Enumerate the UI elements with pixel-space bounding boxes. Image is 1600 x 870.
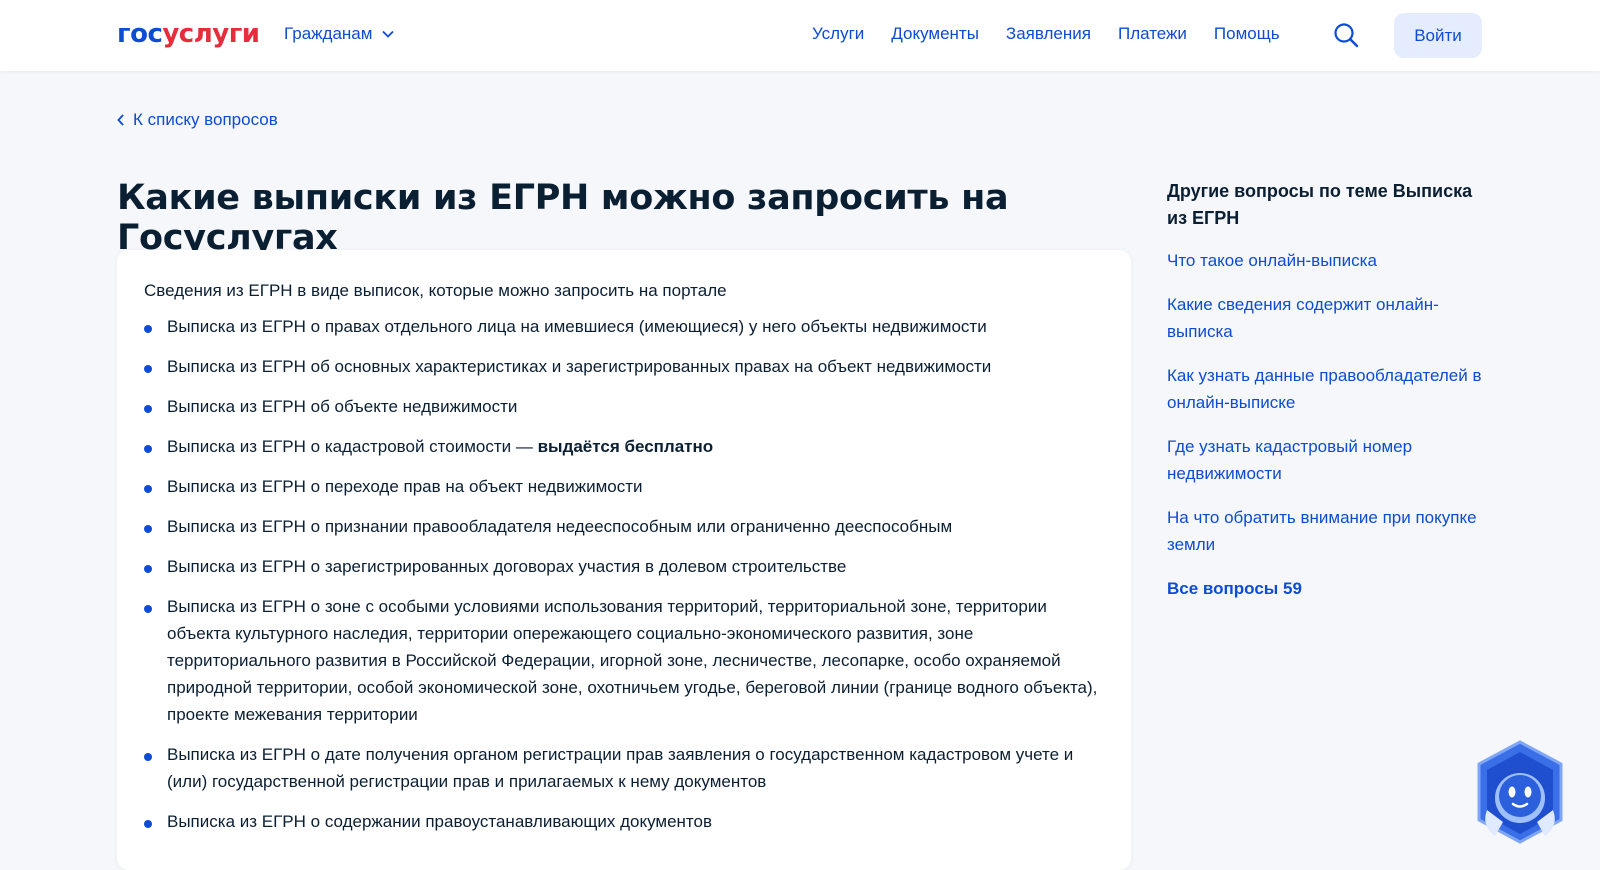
free-note: выдаётся бесплатно (537, 437, 714, 456)
back-link-label: К списку вопросов (133, 110, 278, 129)
search-button[interactable] (1333, 22, 1359, 53)
list-item: Выписка из ЕГРН об объекте недвижимости (144, 393, 1104, 420)
related-questions: Другие вопросы по теме Выписка из ЕГРН Ч… (1167, 178, 1487, 602)
nav-services[interactable]: Услуги (812, 24, 864, 44)
list-item: Выписка из ЕГРН о признании правообладат… (144, 513, 1104, 540)
citizens-label: Гражданам (284, 24, 373, 43)
list-item: Выписка из ЕГРН о зоне с особыми условия… (144, 593, 1104, 728)
login-button[interactable]: Войти (1394, 13, 1482, 58)
back-to-questions-link[interactable]: К списку вопросов (117, 110, 278, 130)
nav-applications[interactable]: Заявления (1006, 24, 1091, 44)
related-questions-title: Другие вопросы по теме Выписка из ЕГРН (1167, 181, 1473, 228)
gosuslugi-logo[interactable]: госуслуги (117, 19, 260, 49)
related-question-link[interactable]: Какие сведения содержит онлайн-выписка (1167, 291, 1487, 345)
list-item-text: Выписка из ЕГРН о кадастровой стоимости … (167, 437, 538, 456)
related-question-link[interactable]: Что такое онлайн-выписка (1167, 247, 1487, 274)
main-nav: Услуги Документы Заявления Платежи Помощ… (812, 24, 1280, 44)
nav-payments[interactable]: Платежи (1118, 24, 1187, 44)
list-item: Выписка из ЕГРН о дате получения органом… (144, 741, 1104, 795)
page-title: Какие выписки из ЕГРН можно запросить на… (117, 178, 1009, 258)
search-icon (1334, 23, 1359, 48)
list-item: Выписка из ЕГРН о кадастровой стоимости … (144, 433, 1104, 460)
list-item: Выписка из ЕГРН о правах отдельного лица… (144, 313, 1104, 340)
citizens-menu-button[interactable]: Гражданам (284, 24, 395, 44)
logo-part-gos: гос (117, 19, 163, 49)
chevron-down-icon (382, 30, 395, 38)
intro-text: Сведения из ЕГРН в виде выписок, которые… (144, 281, 727, 300)
site-header: госуслуги Гражданам Услуги Документы Зая… (0, 0, 1600, 71)
related-question-link[interactable]: Где узнать кадастровый номер недвижимост… (1167, 433, 1487, 487)
logo-part-uslugi: услуги (162, 19, 260, 49)
related-question-link[interactable]: Как узнать данные правообладателей в онл… (1167, 362, 1487, 416)
related-question-link[interactable]: На что обратить внимание при покупке зем… (1167, 504, 1487, 558)
all-questions-link[interactable]: Все вопросы 59 (1167, 575, 1487, 602)
robot-assistant-icon (1477, 740, 1563, 844)
nav-documents[interactable]: Документы (891, 24, 979, 44)
robot-assistant-button[interactable] (1473, 740, 1567, 844)
nav-help[interactable]: Помощь (1214, 24, 1280, 44)
extract-types-list: Выписка из ЕГРН о правах отдельного лица… (144, 313, 1104, 848)
list-item: Выписка из ЕГРН о содержании правоустана… (144, 808, 1104, 835)
list-item: Выписка из ЕГРН о зарегистрированных дог… (144, 553, 1104, 580)
chevron-left-icon (117, 114, 124, 126)
list-item: Выписка из ЕГРН об основных характеристи… (144, 353, 1104, 380)
list-item: Выписка из ЕГРН о переходе прав на объек… (144, 473, 1104, 500)
